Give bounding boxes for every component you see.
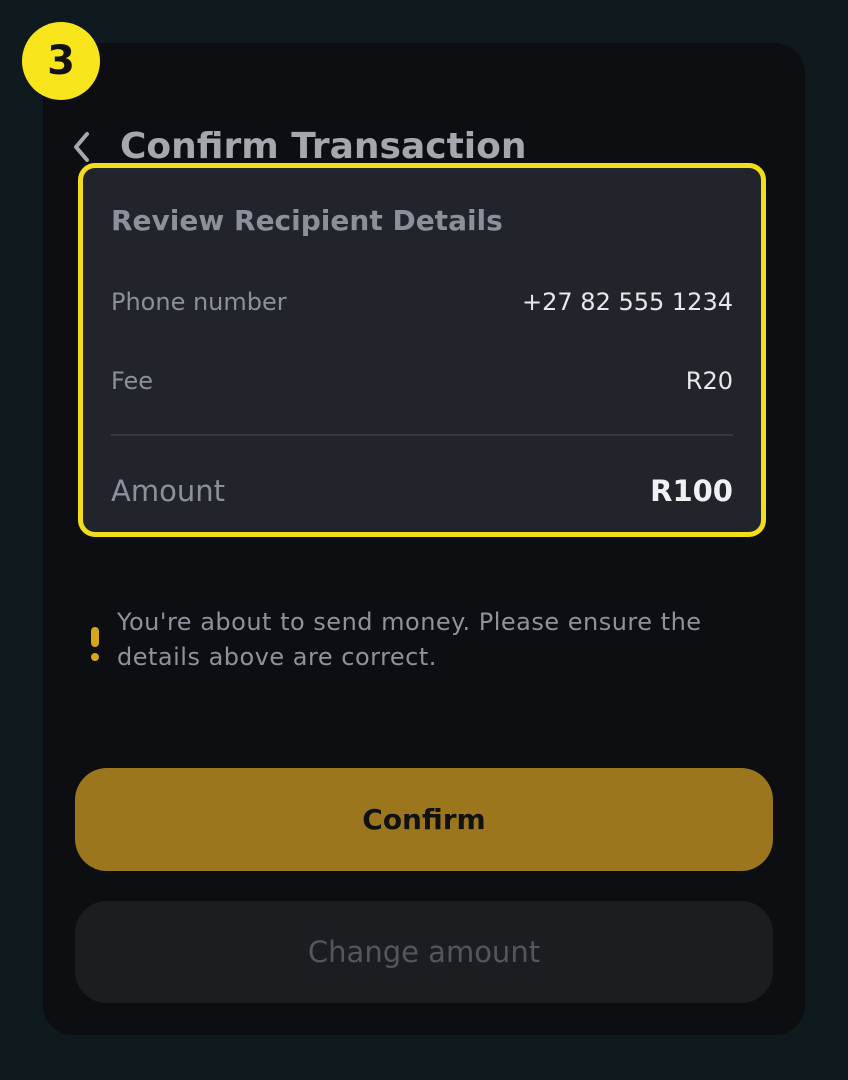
recipient-details-card: Review Recipient Details Phone number +2… — [78, 163, 766, 537]
confirm-transaction-panel: Confirm Transaction Review Recipient Det… — [43, 43, 805, 1035]
fee-label: Fee — [111, 367, 154, 395]
card-title: Review Recipient Details — [111, 204, 503, 237]
change-amount-button[interactable]: Change amount — [75, 901, 773, 1003]
divider — [111, 434, 733, 436]
confirm-button[interactable]: Confirm — [75, 768, 773, 871]
phone-number-label: Phone number — [111, 288, 287, 316]
fee-value: R20 — [685, 367, 733, 395]
phone-number-value: +27 82 555 1234 — [522, 288, 733, 316]
step-number-badge: 3 — [22, 22, 100, 100]
warning-message: You're about to send money. Please ensur… — [85, 605, 765, 675]
chevron-left-icon[interactable] — [71, 127, 93, 167]
amount-value: R100 — [650, 474, 733, 508]
page-title: Confirm Transaction — [120, 126, 527, 167]
warning-text: You're about to send money. Please ensur… — [117, 608, 702, 671]
amount-label: Amount — [111, 474, 225, 508]
exclamation-icon — [85, 627, 105, 667]
